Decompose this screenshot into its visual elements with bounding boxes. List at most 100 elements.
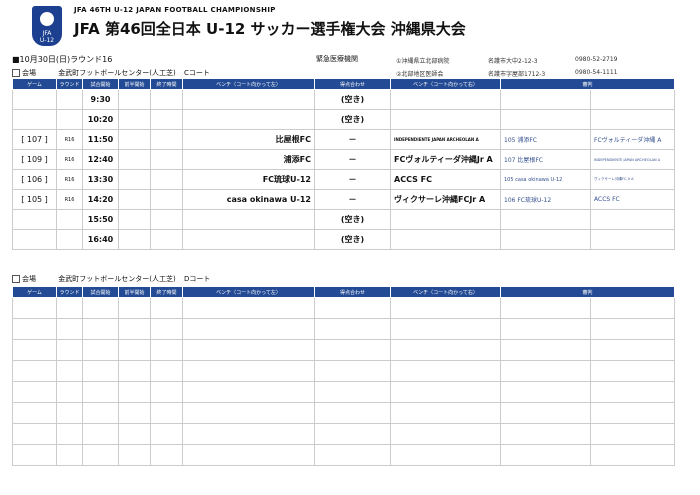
end-cell <box>150 149 183 170</box>
result-mark: － <box>314 169 391 190</box>
col-bench-left: ベンチ（コート向かって左） <box>182 286 315 298</box>
table-row: 10:20 (空き) <box>12 109 676 130</box>
referee-2: INDEPENDIENTE JAPAN ARCHEOLAN A <box>589 149 676 170</box>
empty-cell <box>118 318 151 340</box>
first-half-cell <box>118 169 151 190</box>
kickoff-time: 9:30 <box>82 89 119 110</box>
game-number <box>12 229 57 250</box>
referee-1 <box>500 109 591 130</box>
checkbox-icon <box>12 69 20 77</box>
empty-cell <box>500 402 591 424</box>
col-round: ラウンド <box>56 286 83 298</box>
result-mark: (空き) <box>314 89 391 110</box>
emergency-label: 緊急医療機関 <box>316 55 358 63</box>
end-cell <box>150 109 183 130</box>
empty-cell <box>589 339 676 361</box>
col-result: 得点合わせ <box>314 286 391 298</box>
hospital-2-address: 名護市字屋部1712-3 <box>488 71 546 78</box>
empty-cell <box>182 423 315 445</box>
end-cell <box>150 229 183 250</box>
kickoff-time: 11:50 <box>82 129 119 150</box>
home-team: 浦添FC <box>182 149 315 170</box>
venue-name: 金武町フットボールセンター(人工芝) <box>58 69 176 77</box>
col-kickoff: 試合開始 <box>82 286 119 298</box>
referee-1 <box>500 229 591 250</box>
empty-cell <box>500 339 591 361</box>
first-half-cell <box>118 89 151 110</box>
referee-2 <box>589 109 676 130</box>
result-mark: (空き) <box>314 209 391 230</box>
empty-cell <box>314 339 391 361</box>
col-result: 得点合わせ <box>314 78 391 90</box>
away-team: ACCS FC <box>390 169 501 190</box>
end-cell <box>150 189 183 210</box>
round <box>56 229 83 250</box>
game-number: [ 105 ] <box>12 189 57 210</box>
empty-cell <box>12 318 57 340</box>
away-team <box>390 229 501 250</box>
empty-cell <box>56 360 83 382</box>
end-cell <box>150 129 183 150</box>
table-row: [ 109 ] R16 12:40 浦添FC － FCヴォルティーダ沖縄Jr A 107 比… <box>12 149 676 170</box>
empty-cell <box>500 444 591 466</box>
empty-cell <box>589 318 676 340</box>
referee-1 <box>500 209 591 230</box>
referee-2 <box>589 229 676 250</box>
table-row <box>12 423 676 445</box>
checkbox-icon <box>12 275 20 283</box>
hospital-2-phone: 0980-54-1111 <box>575 69 618 76</box>
result-mark: － <box>314 189 391 210</box>
empty-cell <box>150 444 183 466</box>
empty-cell <box>12 402 57 424</box>
referee-2 <box>589 209 676 230</box>
table-row <box>12 381 676 403</box>
empty-cell <box>118 339 151 361</box>
hospital-1-phone: 0980-52-2719 <box>575 56 618 63</box>
venue-name: 金武町フットボールセンター(人工芝) <box>58 275 176 283</box>
referee-2: ヴィクサーレ沖縄FC Jr A <box>589 169 676 190</box>
empty-cell <box>589 444 676 466</box>
table-row <box>12 402 676 424</box>
away-team: FCヴォルティーダ沖縄Jr A <box>390 149 501 170</box>
empty-cell <box>56 423 83 445</box>
empty-cell <box>12 423 57 445</box>
home-team: casa okinawa U-12 <box>182 189 315 210</box>
empty-cell <box>182 360 315 382</box>
first-half-cell <box>118 109 151 130</box>
empty-cell <box>500 360 591 382</box>
empty-cell <box>56 444 83 466</box>
round: R16 <box>56 149 83 170</box>
table-row: 9:30 (空き) <box>12 89 676 110</box>
table-row <box>12 339 676 361</box>
empty-cell <box>56 402 83 424</box>
venue-d: 会場 金武町フットボールセンター(人工芝) Dコート <box>12 274 210 284</box>
empty-cell <box>82 318 119 340</box>
empty-cell <box>589 402 676 424</box>
game-number: [ 106 ] <box>12 169 57 190</box>
end-cell <box>150 89 183 110</box>
home-team <box>182 109 315 130</box>
table-row <box>12 297 676 319</box>
empty-cell <box>182 444 315 466</box>
empty-cell <box>12 444 57 466</box>
empty-cell <box>150 318 183 340</box>
empty-cell <box>182 297 315 319</box>
referee-1: 105 浦添FC <box>500 129 591 150</box>
venue-label: 会場 <box>22 69 36 77</box>
court-name: Dコート <box>183 275 211 283</box>
end-cell <box>150 209 183 230</box>
schedule-table-c: ゲーム ラウンド 試合開始 前半開始 終了時間 ベンチ（コート向かって左） 得点… <box>12 78 676 250</box>
empty-cell <box>118 360 151 382</box>
subtitle: JFA 46TH U-12 JAPAN FOOTBALL CHAMPIONSHI… <box>74 6 276 14</box>
first-half-cell <box>118 229 151 250</box>
referee-2: ACCS FC <box>589 189 676 210</box>
first-half-cell <box>118 129 151 150</box>
jfa-logo: JFA U-12 <box>32 6 62 46</box>
empty-cell <box>56 318 83 340</box>
table-row: [ 105 ] R16 14:20 casa okinawa U-12 －ヴィクサーレ沖… <box>12 189 676 210</box>
empty-cell <box>150 381 183 403</box>
venue-c: 会場 金武町フットボールセンター(人工芝) Cコート <box>12 68 210 78</box>
away-team <box>390 89 501 110</box>
table-row: 15:50 (空き) <box>12 209 676 230</box>
empty-cell <box>56 297 83 319</box>
